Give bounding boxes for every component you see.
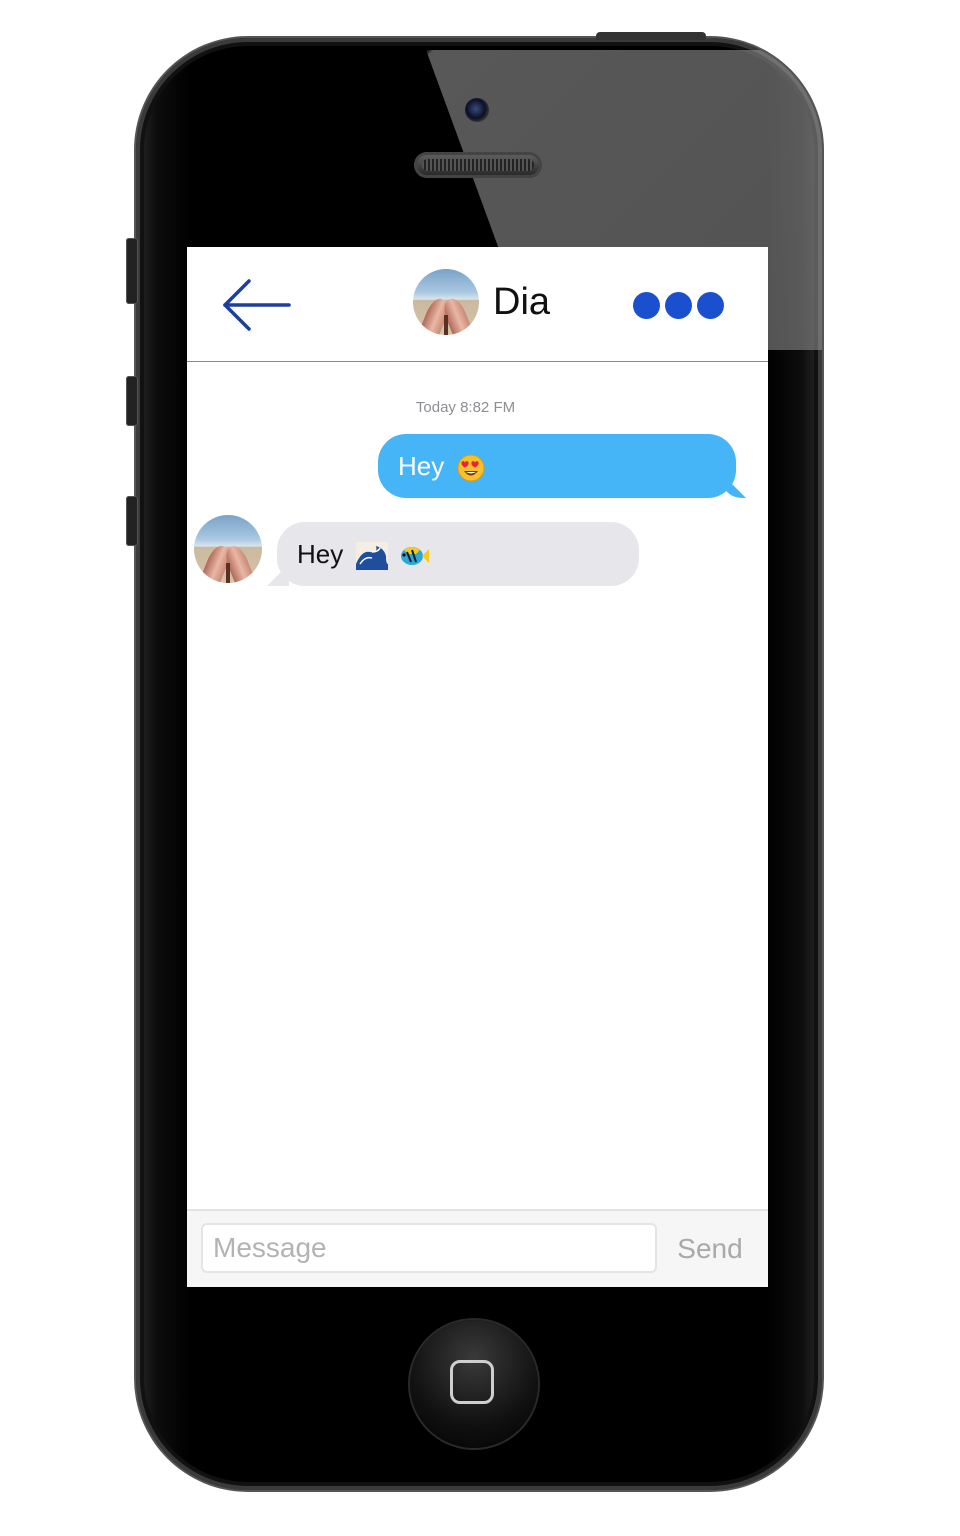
- front-camera: [465, 98, 489, 122]
- message-composer: Send: [187, 1209, 768, 1287]
- tropical-fish-emoji-icon: [400, 547, 429, 566]
- incoming-message-bubble[interactable]: Hey: [277, 522, 639, 586]
- chat-header: Dia: [187, 247, 768, 362]
- chat-screen: Dia Today 8:82 FM Hey Hey Message Send: [187, 247, 768, 1287]
- heart-eyes-emoji-icon: [457, 454, 485, 482]
- contact-name[interactable]: Dia: [493, 281, 550, 324]
- volume-up-button: [126, 376, 138, 426]
- home-button[interactable]: [410, 1320, 538, 1448]
- outgoing-message-bubble[interactable]: Hey: [378, 434, 736, 498]
- arrow-left-icon: [223, 279, 291, 331]
- message-timestamp: Today 8:82 FM: [415, 399, 516, 416]
- more-dots-icon: [697, 292, 724, 319]
- more-options-button[interactable]: [633, 292, 729, 320]
- wave-emoji-icon: [356, 542, 389, 571]
- volume-down-button: [126, 496, 138, 546]
- message-input[interactable]: [201, 1223, 657, 1273]
- message-text: Hey: [398, 451, 445, 481]
- more-dots-icon: [665, 292, 692, 319]
- sender-avatar[interactable]: [194, 515, 262, 583]
- earpiece-speaker: [414, 152, 542, 178]
- contact-avatar[interactable]: [413, 269, 479, 335]
- message-text: Hey: [297, 539, 344, 569]
- send-button[interactable]: Send: [667, 1229, 753, 1269]
- back-button[interactable]: [221, 277, 293, 333]
- more-dots-icon: [633, 292, 660, 319]
- mute-switch: [126, 238, 138, 304]
- home-square-icon: [450, 1360, 494, 1404]
- power-button: [596, 32, 706, 40]
